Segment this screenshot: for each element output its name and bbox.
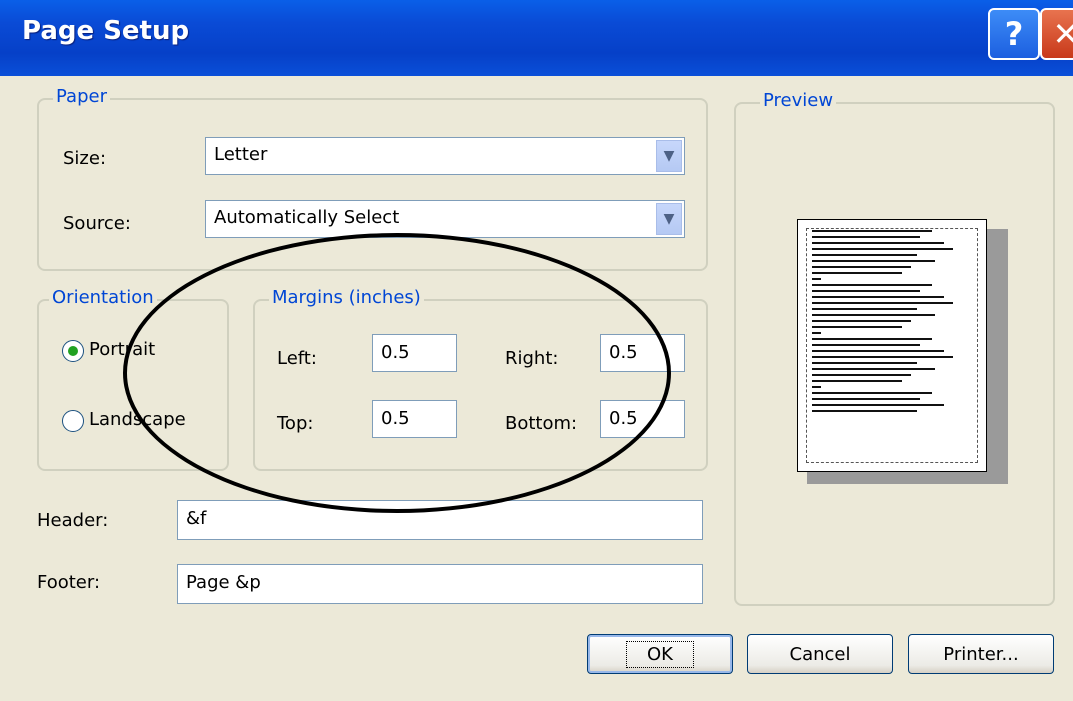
right-margin-label: Right: [505,348,559,369]
help-button[interactable]: ? [988,8,1040,60]
preview-page [797,219,987,472]
portrait-radio[interactable] [62,340,84,362]
size-select-value: Letter [214,144,268,165]
cancel-button[interactable]: Cancel [747,634,893,674]
header-input[interactable]: &f [177,500,703,540]
ok-button-label: OK [626,640,694,668]
printer-button[interactable]: Printer... [908,634,1054,674]
preview-sample-text [812,230,962,416]
top-margin-input[interactable]: 0.5 [372,400,457,438]
left-margin-input[interactable]: 0.5 [372,334,457,372]
top-margin-label: Top: [277,413,314,434]
portrait-label[interactable]: Portrait [89,339,155,360]
help-icon: ? [1004,15,1024,53]
cancel-button-label: Cancel [789,643,851,665]
size-select[interactable]: Letter ▼ [205,137,685,175]
preview-legend: Preview [760,90,837,111]
close-button[interactable]: ✕ [1040,8,1073,60]
bottom-margin-input[interactable]: 0.5 [600,400,685,438]
footer-label: Footer: [37,572,101,593]
left-margin-label: Left: [277,348,317,369]
page-setup-dialog: Page Setup ? ✕ Paper Size: Letter ▼ Sour… [0,0,1073,701]
orientation-legend: Orientation [49,287,157,308]
margins-group: Margins (inches) [253,287,708,471]
right-margin-input[interactable]: 0.5 [600,334,685,372]
orientation-group: Orientation [37,287,229,471]
header-label: Header: [37,510,109,531]
title-bar[interactable]: Page Setup ? ✕ [0,0,1073,76]
source-select-value: Automatically Select [214,207,400,228]
landscape-label[interactable]: Landscape [89,409,186,430]
dialog-body: Paper Size: Letter ▼ Source: Automatical… [0,76,1073,701]
source-select[interactable]: Automatically Select ▼ [205,200,685,238]
size-label: Size: [63,148,107,169]
footer-input[interactable]: Page &p [177,564,703,604]
chevron-down-icon[interactable]: ▼ [656,203,682,235]
ok-button[interactable]: OK [587,634,733,674]
printer-button-label: Printer... [943,643,1019,665]
bottom-margin-label: Bottom: [505,413,578,434]
chevron-down-icon[interactable]: ▼ [656,140,682,172]
source-label: Source: [63,213,131,234]
window-title: Page Setup [22,16,190,46]
landscape-radio[interactable] [62,410,84,432]
paper-legend: Paper [53,86,110,107]
close-icon: ✕ [1052,15,1073,53]
paper-group: Paper [37,86,708,271]
margins-legend: Margins (inches) [269,287,424,308]
